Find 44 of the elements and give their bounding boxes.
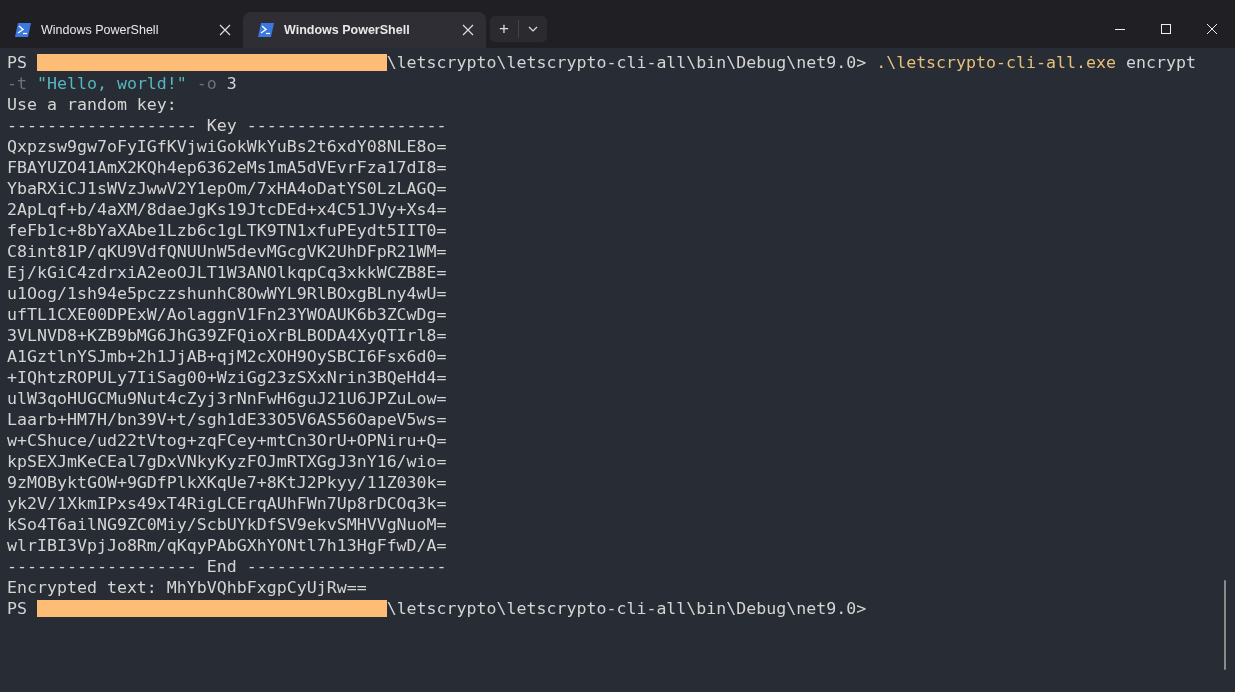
terminal-text: kpSEXJmKeCEal7gDxVNkyKyzFOJmRTXGgJ3nY16/wio=: [7, 452, 447, 471]
terminal-text: encrypt: [1124, 53, 1196, 72]
terminal-text: wlrIBI3VpjJo8Rm/qKqyPAbGXhYONtl7h13HgFfwD/A=: [7, 536, 447, 555]
terminal-text: ------------------- Key --------------------: [7, 116, 447, 135]
terminal-text: ------------------- End --------------------: [7, 557, 447, 576]
terminal-text: 2ApLqf+b/4aXM/8daeJgKs19JtcDEd+x4C51JVy+Xs4=: [7, 200, 447, 219]
terminal-text: +IQhtzROPULy7IiSag00+WziGg23zSXxNrin3BQeHd4=: [7, 368, 447, 387]
terminal-text: PS: [7, 53, 28, 72]
close-icon[interactable]: [1207, 24, 1217, 34]
terminal-text: \letscrypto\letscrypto-cli-all\bin\Debug\net9.0>: [386, 599, 867, 618]
terminal-text: Laarb+HM7H/bn39V+t/sgh1dE33O5V6AS56OapeV5ws=: [7, 410, 447, 429]
terminal-tab[interactable]: Windows PowerShell: [0, 12, 243, 48]
close-icon[interactable]: [219, 24, 231, 36]
option-text: -o: [195, 74, 217, 93]
terminal-text: 3: [225, 74, 237, 93]
terminal-text: yk2V/1XkmIPxs49xT4RigLCErqAUhFWn7Up8rDCOq3k=: [7, 494, 447, 513]
close-icon[interactable]: [462, 24, 474, 36]
chevron-down-icon: [527, 26, 538, 32]
terminal-text: PS: [7, 599, 28, 618]
scrollbar-thumb[interactable]: [1224, 580, 1226, 670]
terminal-text: C8int81P/qKU9VdfQNUUnW5devMGcgVK2UhDFpR21WM=: [7, 242, 447, 261]
option-text: -t: [7, 74, 27, 93]
terminal-text: 3VLNVD8+KZB9bMG6JhG39ZFQioXrBLBODA4XyQTIrl8=: [7, 326, 447, 345]
powershell-icon: [15, 23, 31, 37]
powershell-icon: [258, 23, 274, 37]
command-name: .\letscrypto-cli-all.exe: [876, 53, 1116, 72]
terminal-text: Qxpzsw9gw7oFyIGfKVjwiGokWkYuBs2t6xdY08NLE8o=: [7, 137, 447, 156]
terminal-text: w+CShuce/ud22tVtog+zqFCey+mtCn3OrU+OPNiru+Q=: [7, 431, 447, 450]
string-argument: "Hello, world!": [35, 74, 187, 93]
terminal-text: ulW3qoHUGCMu9Nut4cZyj3rNnFwH6guJ21U6JPZuLow=: [7, 389, 447, 408]
terminal-text: Ej/kGiC4zdrxiA2eoOJLT1W3ANOlkqpCq3xkkWCZB8E=: [7, 263, 447, 282]
terminal-text: \letscrypto\letscrypto-cli-all\bin\Debug\net9.0>: [386, 53, 868, 72]
terminal-tab[interactable]: Windows PowerShell: [243, 12, 486, 48]
terminal-text: Encrypted text: MhYbVQhbFxgpCyUjRw==: [7, 578, 367, 597]
terminal-text: Use a random key:: [7, 95, 177, 114]
terminal-text: u1Oog/1sh94e5pczzshunhC8OwWYL9RlBOxgBLny4wU=: [7, 284, 447, 303]
terminal-text: YbaRXiCJ1sWVzJwwV2Y1epOm/7xHA4oDatYS0LzLAGQ=: [7, 179, 447, 198]
terminal-text: kSo4T6ailNG9ZC0Miy/ScbUYkDfSV9ekvSMHVVgNuoM=: [7, 515, 447, 534]
terminal-text: feFb1c+8bYaXAbe1Lzb6c1gLTK9TN1xfuPEydt5IIT0=: [7, 221, 447, 240]
maximize-icon[interactable]: [1161, 24, 1171, 34]
terminal-text: ufTL1CXE00DPExW/AolaggnV1Fn23YWOAUK6b3ZCwDg=: [7, 305, 447, 324]
terminal-text: FBAYUZO41AmX2KQh4ep6362eMs1mA5dVEvrFza17dI8=: [7, 158, 447, 177]
terminal-text: A1GztlnYSJmb+2h1JjAB+qjM2cXOH9OySBCI6Fsx6d0=: [7, 347, 447, 366]
terminal-text: 9zMOByktGOW+9GDfPlkXKqUe7+8KtJ2Pkyy/11Z030k=: [7, 473, 447, 492]
